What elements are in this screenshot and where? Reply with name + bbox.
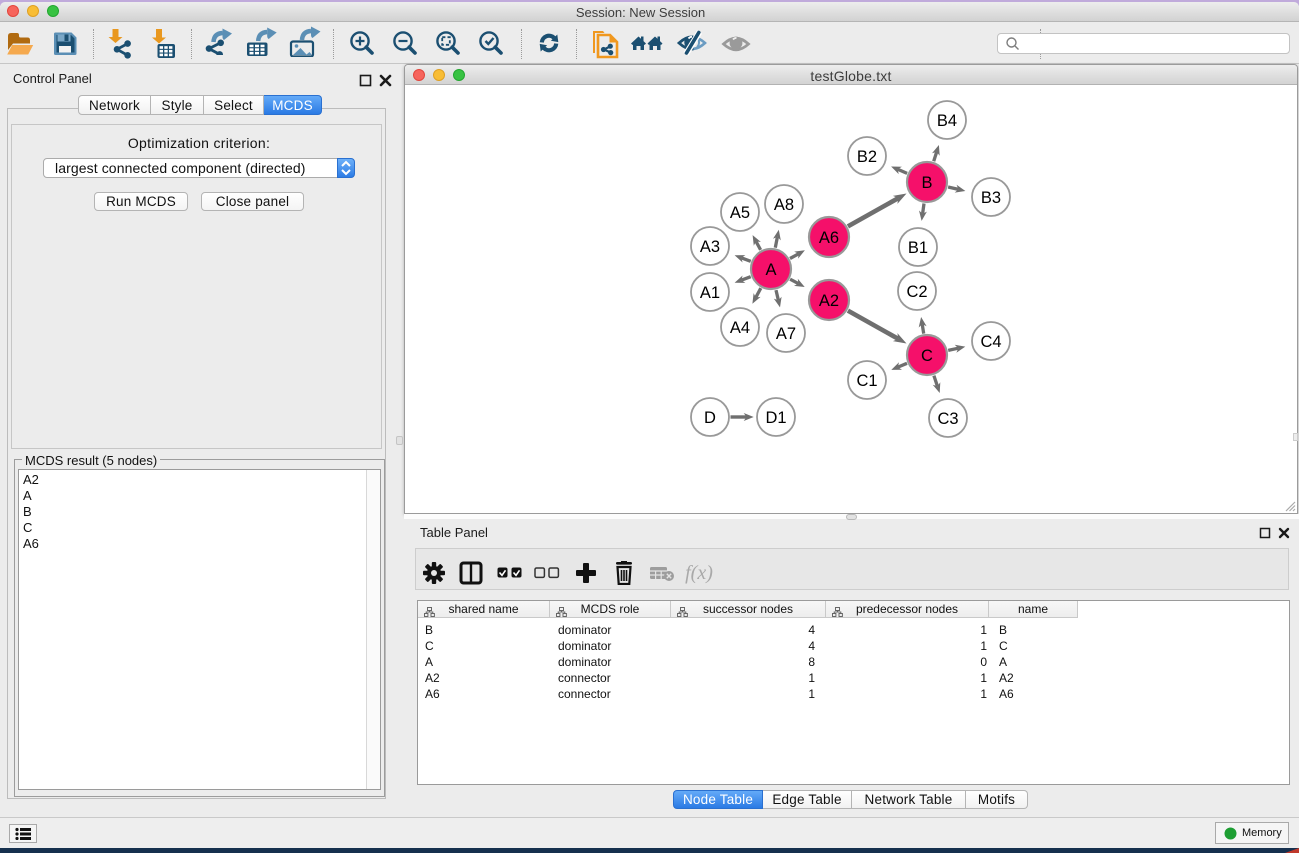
svg-text:B4: B4	[937, 112, 957, 130]
svg-text:A4: A4	[730, 319, 750, 337]
svg-text:B2: B2	[857, 148, 877, 166]
svg-text:B3: B3	[981, 189, 1001, 207]
svg-text:A: A	[765, 261, 776, 279]
svg-text:A3: A3	[700, 238, 720, 256]
svg-text:D: D	[704, 409, 716, 427]
svg-text:A6: A6	[819, 229, 839, 247]
svg-text:C3: C3	[937, 410, 958, 428]
svg-text:B1: B1	[908, 239, 928, 257]
svg-text:A1: A1	[700, 284, 720, 302]
svg-text:C2: C2	[906, 283, 927, 301]
svg-text:C4: C4	[980, 333, 1001, 351]
svg-text:D1: D1	[765, 409, 786, 427]
svg-text:A2: A2	[819, 292, 839, 310]
svg-text:A5: A5	[730, 204, 750, 222]
svg-text:B: B	[921, 174, 932, 192]
svg-text:A8: A8	[774, 196, 794, 214]
svg-text:C1: C1	[856, 372, 877, 390]
svg-text:A7: A7	[776, 325, 796, 343]
svg-text:f(x): f(x)	[685, 562, 713, 584]
svg-text:C: C	[921, 347, 933, 365]
